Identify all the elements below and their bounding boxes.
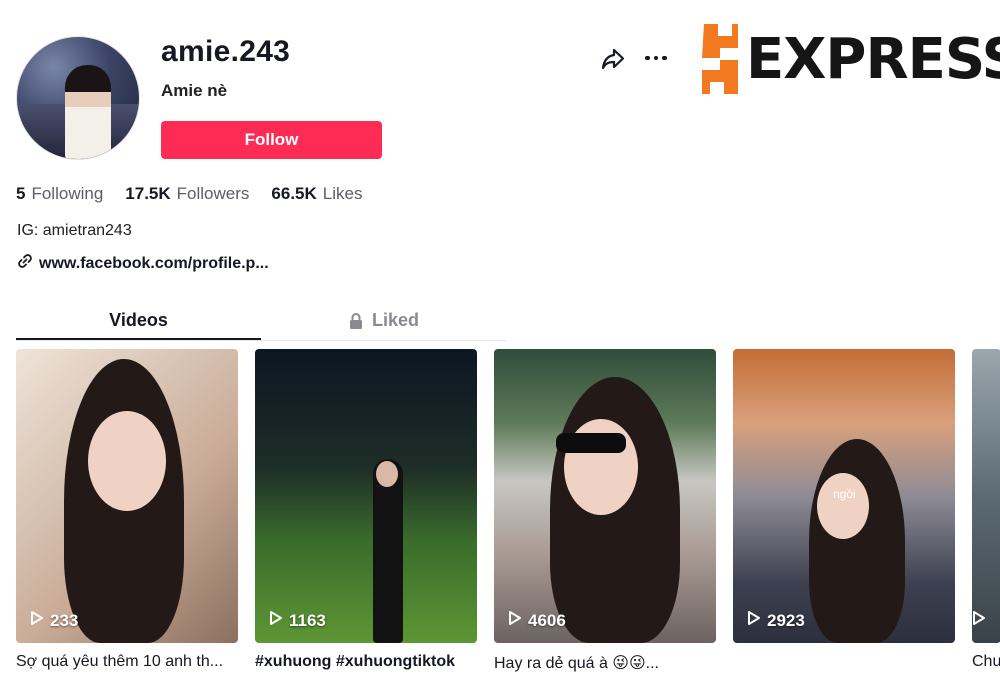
view-count-value: 4606 <box>528 610 566 630</box>
view-count: 233 <box>30 610 78 631</box>
stat-followers-value: 17.5K <box>125 184 171 203</box>
tab-liked[interactable]: Liked <box>261 302 506 340</box>
thumbnail-face <box>88 411 166 511</box>
play-icon <box>747 610 761 631</box>
video-thumbnail[interactable]: ngồi 2923 <box>733 349 955 643</box>
stat-likes: 66.5K Likes <box>271 184 362 204</box>
profile-tabs: Videos Liked <box>16 302 506 340</box>
view-count-value: 1163 <box>289 610 326 630</box>
view-count-value: 2923 <box>767 610 805 630</box>
watermark-logo: EXPRESS <box>698 16 1000 104</box>
stat-followers-label: Followers <box>176 184 250 203</box>
avatar-figure <box>65 65 111 159</box>
play-icon <box>972 610 986 631</box>
stat-following-value: 5 <box>16 184 26 203</box>
video-caption[interactable]: Hay ra dẻ quá à 😜😜... <box>494 653 716 673</box>
video-caption[interactable]: #xuhuong #xuhuongtiktok <box>255 653 477 671</box>
profile-bio: IG: amietran243 <box>17 222 132 239</box>
stat-likes-value: 66.5K <box>271 184 317 203</box>
thumbnail-subject <box>809 439 905 643</box>
share-icon[interactable] <box>600 46 626 72</box>
video-caption[interactable]: Sợ quá yêu thêm 10 anh th... <box>16 653 238 671</box>
video-card[interactable]: Chu <box>972 349 1000 673</box>
tab-videos[interactable]: Videos <box>16 302 261 340</box>
video-grid: 233 Sợ quá yêu thêm 10 anh th... 1163 #x… <box>16 349 1000 673</box>
view-count: 2923 <box>747 610 805 631</box>
play-icon <box>30 610 44 631</box>
tab-liked-label: Liked <box>371 310 419 330</box>
profile-avatar[interactable] <box>16 36 140 160</box>
video-thumbnail[interactable] <box>972 349 1000 643</box>
stat-following[interactable]: 5 Following <box>16 184 103 204</box>
link-icon <box>17 253 33 274</box>
view-count: 4606 <box>508 610 566 631</box>
thumbnail-face <box>376 461 398 487</box>
profile-link[interactable]: www.facebook.com/profile.p... <box>17 253 269 274</box>
follow-button[interactable]: Follow <box>161 121 382 159</box>
profile-link-text: www.facebook.com/profile.p... <box>39 254 269 272</box>
tabs-divider <box>16 340 506 341</box>
stat-likes-label: Likes <box>322 184 363 203</box>
sunglasses <box>556 433 626 453</box>
profile-nickname: Amie nè <box>161 81 228 100</box>
thumbnail-face <box>817 473 869 539</box>
view-count: 1163 <box>269 610 326 631</box>
play-icon <box>269 610 283 631</box>
lock-icon <box>348 310 364 335</box>
video-card[interactable]: ngồi 2923 <box>733 349 955 673</box>
view-count <box>972 610 986 631</box>
video-thumbnail[interactable]: 4606 <box>494 349 716 643</box>
video-overlay-text: ngồi <box>833 487 856 501</box>
video-card[interactable]: 1163 #xuhuong #xuhuongtiktok <box>255 349 477 673</box>
stat-following-label: Following <box>31 184 104 203</box>
video-thumbnail[interactable]: 1163 <box>255 349 477 643</box>
video-caption[interactable]: Chu <box>972 653 1000 671</box>
profile-stats: 5 Following 17.5K Followers 66.5K Likes <box>16 184 362 204</box>
video-card[interactable]: 233 Sợ quá yêu thêm 10 anh th... <box>16 349 238 673</box>
watermark-text: EXPRESS <box>746 27 1000 92</box>
video-thumbnail[interactable]: 233 <box>16 349 238 643</box>
stat-followers[interactable]: 17.5K Followers <box>125 184 249 204</box>
more-options-icon[interactable] <box>642 44 670 72</box>
view-count-value: 233 <box>50 610 79 630</box>
profile-username: amie.243 <box>161 35 291 68</box>
video-card[interactable]: 4606 Hay ra dẻ quá à 😜😜... <box>494 349 716 673</box>
play-icon <box>508 610 522 631</box>
watermark-emblem-icon <box>698 18 742 102</box>
